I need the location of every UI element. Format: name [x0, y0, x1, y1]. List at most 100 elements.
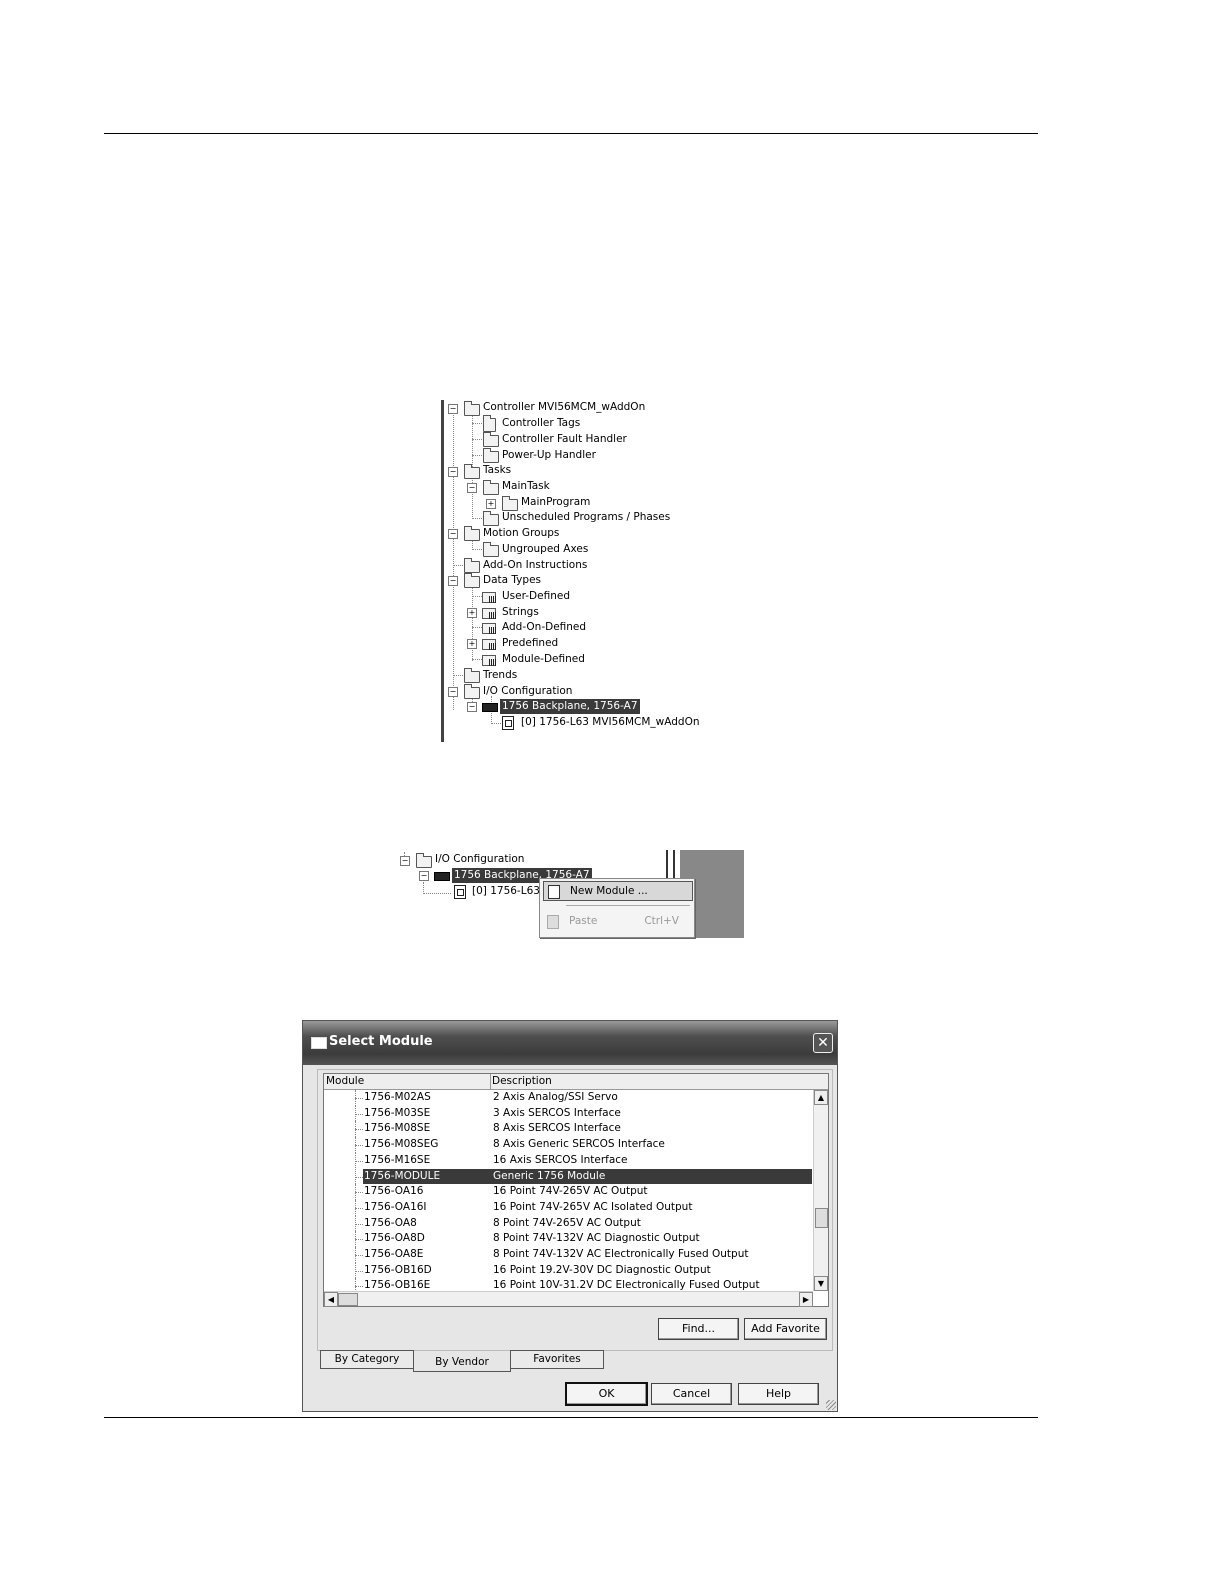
column-header-description[interactable]: Description [492, 1074, 552, 1089]
vertical-scrollbar[interactable]: ▲ ▼ [813, 1090, 828, 1291]
module-cell: 1756-M16SE [364, 1153, 431, 1166]
tab-by-vendor[interactable]: By Vendor [413, 1351, 511, 1372]
tree-guide-tick [355, 1113, 363, 1115]
scroll-left-icon[interactable]: ◀ [324, 1292, 338, 1307]
footer-rule [104, 1417, 1038, 1418]
description-cell: 16 Point 74V-265V AC Isolated Output [493, 1200, 693, 1213]
tree-guide-tick [355, 1145, 363, 1147]
tree-guide-tick [355, 1176, 363, 1178]
collapse-io-config-icon[interactable]: − [448, 687, 458, 697]
collapse-data-types-icon[interactable]: − [448, 576, 458, 586]
module-cell: 1756-M03SE [364, 1106, 431, 1119]
tab-by-category[interactable]: By Category [320, 1350, 414, 1369]
folder-icon [483, 432, 499, 447]
horizontal-scrollbar[interactable]: ◀ ▶ [324, 1291, 813, 1307]
folder-open-icon [416, 853, 432, 868]
module-cell: 1756-M02AS [364, 1091, 431, 1103]
menu-item-paste[interactable]: Paste Ctrl+V [543, 912, 691, 930]
help-button[interactable]: Help [738, 1383, 819, 1405]
tree-left-border [441, 400, 444, 742]
module-cell: 1756-M08SEG [364, 1138, 439, 1151]
table-row[interactable]: 1756-M02AS 2 Axis Analog/SSI Servo [324, 1090, 812, 1106]
table-row[interactable]: 1756-OA8 8 Point 74V-265V AC Output [324, 1215, 812, 1232]
description-cell: Generic 1756 Module [493, 1169, 606, 1182]
backplane-icon [434, 872, 450, 881]
tree-guide-tick [355, 1255, 363, 1256]
scroll-down-icon[interactable]: ▼ [814, 1276, 828, 1291]
resize-grip-icon[interactable] [826, 1400, 836, 1410]
collapse-backplane-icon[interactable]: − [419, 871, 429, 881]
collapse-tasks-icon[interactable]: − [448, 467, 458, 477]
cancel-button[interactable]: Cancel [651, 1383, 732, 1405]
new-module-icon [548, 885, 560, 899]
table-row[interactable]: 1756-OA16I 16 Point 74V-265V AC Isolated … [324, 1199, 812, 1216]
select-module-dialog: Select Module ✕ Module Description 1756-… [302, 1020, 838, 1412]
folder-open-icon [464, 573, 480, 588]
module-list[interactable]: Module Description 1756-M02AS 2 Axis Anal… [323, 1073, 829, 1307]
description-cell: 8 Point 74V-132V AC Electronically Fused… [493, 1248, 749, 1260]
module-list-panel: Module Description 1756-M02AS 2 Axis Anal… [317, 1069, 833, 1351]
list-rows: 1756-M02AS 2 Axis Analog/SSI Servo 1756-M0… [324, 1090, 812, 1290]
scroll-thumb[interactable] [815, 1208, 828, 1228]
tree-guide-tick [355, 1270, 363, 1272]
tree-guide-tick [355, 1192, 363, 1194]
table-row[interactable]: 1756-OA8D 8 Point 74V-132V AC Diagnostic … [324, 1231, 812, 1247]
folder-open-icon [464, 401, 480, 416]
find-button[interactable]: Find... [658, 1318, 739, 1340]
collapse-controller-icon[interactable]: − [448, 404, 458, 414]
scroll-right-icon[interactable]: ▶ [799, 1292, 813, 1307]
expand-predefined-icon[interactable]: + [467, 639, 477, 649]
tree-guide [355, 1278, 356, 1290]
tree-guide-tick [355, 1239, 363, 1241]
collapse-backplane-icon[interactable]: − [467, 702, 477, 712]
description-cell: 16 Point 19.2V-30V DC Diagnostic Output [493, 1263, 711, 1276]
table-row[interactable]: 1756-OB16D 16 Point 19.2V-30V DC Diagnost… [324, 1262, 812, 1279]
hscroll-thumb[interactable] [338, 1293, 358, 1306]
description-cell: 2 Axis Analog/SSI Servo [493, 1091, 618, 1103]
ok-button[interactable]: OK [565, 1382, 648, 1406]
window-icon [311, 1037, 327, 1049]
module-cell: 1756-M08SE [364, 1122, 431, 1135]
task-icon [483, 480, 499, 495]
expand-mainprogram-icon[interactable]: + [486, 499, 496, 509]
collapse-motion-groups-icon[interactable]: − [448, 529, 458, 539]
controller-tags-icon [483, 415, 496, 432]
folder-icon [464, 558, 480, 573]
menu-item-new-module[interactable]: New Module ... [543, 881, 693, 901]
expand-strings-icon[interactable]: + [467, 608, 477, 618]
tree-guide-tick [355, 1207, 363, 1209]
collapse-maintask-icon[interactable]: − [467, 483, 477, 493]
folder-icon [483, 511, 499, 526]
table-row[interactable]: 1756-OB16E 16 Point 10V-31.2V DC Electron… [324, 1278, 812, 1290]
module-cell: 1756-OA16 [364, 1185, 424, 1198]
module-cell: 1756-MODULE [364, 1169, 441, 1182]
table-row[interactable]: 1756-M08SEG 8 Axis Generic SERCOS Interfa… [324, 1137, 812, 1153]
list-header: Module Description [324, 1074, 828, 1090]
table-row[interactable]: 1756-MODULE Generic 1756 Module [324, 1168, 812, 1185]
close-icon[interactable]: ✕ [813, 1033, 833, 1053]
module-cell: 1756-OA8 [364, 1216, 417, 1229]
table-row[interactable]: 1756-OA16 16 Point 74V-265V AC Output [324, 1184, 812, 1200]
table-row[interactable]: 1756-M03SE 3 Axis SERCOS Interface [324, 1105, 812, 1122]
tree-guide-tick [355, 1129, 363, 1131]
description-cell: 8 Point 74V-132V AC Diagnostic Output [493, 1232, 700, 1245]
table-row[interactable]: 1756-OA8E 8 Point 74V-132V AC Electronica… [324, 1247, 812, 1263]
scroll-up-icon[interactable]: ▲ [814, 1090, 828, 1105]
tab-favorites[interactable]: Favorites [510, 1350, 604, 1369]
add-favorite-button[interactable]: Add Favorite [744, 1318, 827, 1340]
folder-icon [464, 668, 480, 683]
header-rule [104, 133, 1038, 134]
table-row[interactable]: 1756-M16SE 16 Axis SERCOS Interface [324, 1152, 812, 1169]
context-menu-figure: − I/O Configuration − 1756 Backplane, 17… [396, 848, 746, 938]
description-cell: 8 Axis SERCOS Interface [493, 1122, 621, 1135]
collapse-io-config-icon[interactable]: − [400, 856, 410, 866]
tree-guide-tick [355, 1160, 363, 1162]
dialog-titlebar[interactable]: Select Module ✕ [303, 1021, 837, 1065]
datatype-folder-icon [482, 606, 496, 619]
backplane-icon [482, 703, 498, 712]
table-row[interactable]: 1756-M08SE 8 Axis SERCOS Interface [324, 1121, 812, 1138]
description-cell: 16 Axis SERCOS Interface [493, 1153, 628, 1166]
column-header-module[interactable]: Module [326, 1074, 364, 1089]
folder-icon [483, 542, 499, 557]
tree-guide-tick [355, 1286, 363, 1288]
